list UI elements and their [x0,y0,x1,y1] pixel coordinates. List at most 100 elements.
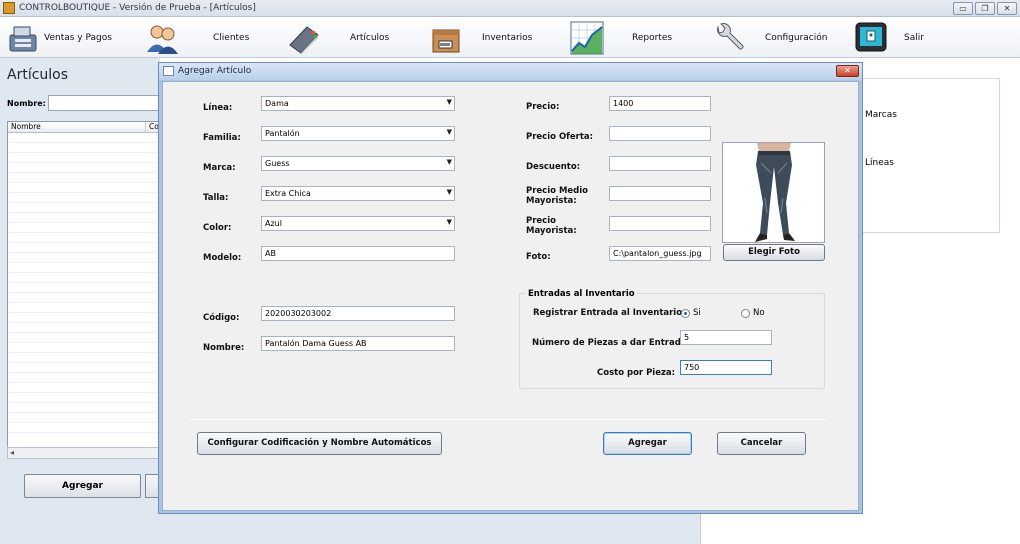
registrar-si-radio[interactable] [681,309,690,318]
articulos-grid[interactable]: Nombre Co [7,121,160,459]
cash-register-icon [6,21,40,55]
wrench-icon [712,21,746,55]
toolbar-reportes-label: Reportes [632,33,673,43]
nombre-field[interactable]: Pantalón Dama Guess AB [261,336,455,351]
grid-horizontal-scrollbar[interactable]: ◂ [7,447,160,459]
familia-select[interactable]: Pantalón ▼ [261,126,455,141]
precio-field[interactable]: 1400 [609,96,711,111]
catalog-item-lineas[interactable]: Líneas [865,158,894,168]
dialog-close-button[interactable]: ✕ [836,65,859,77]
people-icon [145,21,179,55]
modelo-field[interactable]: AB [261,246,455,261]
dialog-titlebar: Agregar Artículo ✕ [159,63,862,80]
elegir-foto-button[interactable]: Elegir Foto [723,244,825,261]
toolbar-configuracion-button[interactable]: Configuración [712,17,832,58]
grid-header: Nombre Co [8,122,159,133]
background-agregar-button[interactable]: Agregar [24,474,141,498]
dialog-title: Agregar Artículo [178,66,252,76]
window-title: CONTROLBOUTIQUE - Versión de Prueba - [A… [19,3,256,13]
precio-medio-mayorista-label-line2: Mayorista: [526,196,577,206]
catalog-book-icon [287,21,321,55]
costo-pieza-label: Costo por Pieza: [597,368,676,378]
precio-oferta-label: Precio Oferta: [526,132,594,142]
nombre-label: Nombre: [203,343,245,353]
color-select[interactable]: Azul ▼ [261,216,455,231]
search-label: Nombre: [7,99,46,108]
box-icon [430,21,464,55]
toolbar-salir-button[interactable]: Salir [854,17,934,58]
minimize-button[interactable]: ▭ [953,2,973,15]
talla-value: Extra Chica [265,189,311,198]
bottom-right-area [700,514,1020,544]
toolbar-inventarios-button[interactable]: Inventarios [430,17,540,58]
scroll-left-icon[interactable]: ◂ [10,448,14,457]
precio-mayorista-label: Precio Mayorista: [526,216,577,236]
marca-select[interactable]: Guess ▼ [261,156,455,171]
precio-mayorista-label-line1: Precio [526,216,556,226]
toolbar-articulos-label: Artículos [350,33,390,43]
linea-label: Línea: [203,103,233,113]
dialog-window-icon [163,66,174,76]
toolbar-clientes-button[interactable]: Clientes [145,17,255,58]
precio-label: Precio: [526,102,560,112]
search-input[interactable] [48,95,160,111]
registrar-no-radio[interactable] [741,309,750,318]
toolbar-configuracion-label: Configuración [765,33,828,43]
foto-label: Foto: [526,252,551,262]
product-photo [722,142,825,243]
exit-monitor-icon [854,21,888,55]
toolbar-clientes-label: Clientes [213,33,250,43]
talla-select[interactable]: Extra Chica ▼ [261,186,455,201]
toolbar-ventas-button[interactable]: Ventas y Pagos [6,17,116,58]
costo-pieza-field[interactable]: 750 [680,360,772,375]
grid-column-nombre[interactable]: Nombre [8,122,146,132]
familia-label: Familia: [203,133,241,143]
toolbar-articulos-button[interactable]: Artículos [287,17,397,58]
talla-label: Talla: [203,193,229,203]
background-strip [160,514,700,544]
main-toolbar: Ventas y Pagos Clientes Artículos Invent… [0,17,1020,58]
registrar-si-label[interactable]: Si [693,308,701,318]
catalog-list-box [860,78,1000,233]
page-title: Artículos [7,67,69,83]
dialog-separator [190,419,826,420]
configurar-codificacion-button[interactable]: Configurar Codificación y Nombre Automát… [197,432,442,455]
modelo-label: Modelo: [203,253,242,263]
cancelar-button[interactable]: Cancelar [717,432,806,455]
toolbar-ventas-label: Ventas y Pagos [44,33,112,43]
foto-path-field[interactable]: C:\pantalon_guess.jpg [609,246,711,261]
linea-select[interactable]: Dama ▼ [261,96,455,111]
catalog-item-marcas[interactable]: Marcas [865,110,897,120]
chevron-down-icon: ▼ [446,218,452,226]
window-close-button[interactable]: ✕ [997,2,1017,15]
precio-medio-mayorista-field[interactable] [609,186,711,201]
toolbar-inventarios-label: Inventarios [482,33,533,43]
marca-value: Guess [265,159,290,168]
color-value: Azul [265,219,282,228]
codigo-field[interactable]: 2020030203002 [261,306,455,321]
chevron-down-icon: ▼ [446,188,452,196]
piezas-label: Número de Piezas a dar Entrada: [532,338,690,348]
marca-label: Marca: [203,163,236,173]
linea-value: Dama [265,99,289,108]
agregar-button[interactable]: Agregar [603,432,692,455]
familia-value: Pantalón [265,129,300,138]
toolbar-reportes-button[interactable]: Reportes [570,17,680,58]
precio-medio-mayorista-label-line1: Precio Medio [526,186,588,196]
precio-mayorista-field[interactable] [609,216,711,231]
restore-button[interactable]: ❐ [975,2,995,15]
chevron-down-icon: ▼ [446,128,452,136]
app-icon [3,2,15,14]
precio-oferta-field[interactable] [609,126,711,141]
toolbar-salir-label: Salir [904,33,924,43]
precio-mayorista-label-line2: Mayorista: [526,226,577,236]
chart-icon [570,21,604,55]
chevron-down-icon: ▼ [446,158,452,166]
descuento-field[interactable] [609,156,711,171]
chevron-down-icon: ▼ [446,98,452,106]
color-label: Color: [203,223,232,233]
descuento-label: Descuento: [526,162,581,172]
piezas-field[interactable]: 5 [680,330,772,345]
window-titlebar: CONTROLBOUTIQUE - Versión de Prueba - [A… [0,0,1020,17]
registrar-no-label[interactable]: No [753,308,765,318]
